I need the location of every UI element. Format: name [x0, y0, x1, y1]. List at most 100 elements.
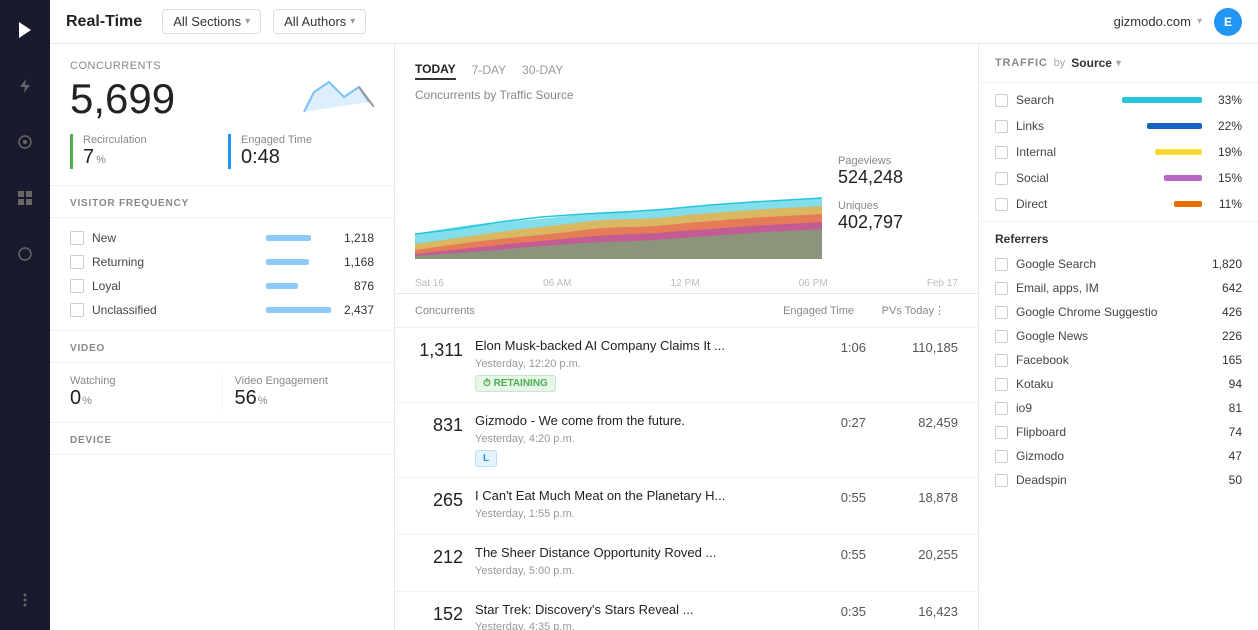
article-meta: Yesterday, 12:20 p.m.: [475, 358, 774, 370]
freq-count: 1,168: [334, 255, 374, 269]
freq-checkbox[interactable]: [70, 279, 84, 293]
article-meta: Yesterday, 5:00 p.m.: [475, 565, 774, 577]
domain-selector[interactable]: gizmodo.com ▾: [1114, 14, 1202, 29]
referrer-item: io9 81: [979, 396, 1258, 420]
referrer-item: Flipboard 74: [979, 420, 1258, 444]
all-authors-dropdown[interactable]: All Authors ▾: [273, 9, 366, 34]
badge-retaining: ⏱ RETAINING: [475, 375, 556, 392]
tab-today[interactable]: TODAY: [415, 60, 456, 80]
domain-caret-icon: ▾: [1197, 16, 1202, 27]
sidebar-icon-more[interactable]: [7, 582, 43, 618]
sidebar-icon-lightning[interactable]: [7, 68, 43, 104]
sidebar-icon-circle[interactable]: [7, 236, 43, 272]
freq-label: Unclassified: [92, 303, 258, 317]
traffic-checkbox[interactable]: [995, 120, 1008, 133]
referrer-item: Google Search 1,820: [979, 252, 1258, 276]
referrer-label: Gizmodo: [1016, 449, 1221, 463]
avatar[interactable]: E: [1214, 8, 1242, 36]
article-item[interactable]: 152 Star Trek: Discovery's Stars Reveal …: [395, 592, 978, 630]
referrer-label: Flipboard: [1016, 425, 1221, 439]
traffic-header: TRAFFIC by Source ▾: [979, 44, 1258, 83]
traffic-checkbox[interactable]: [995, 94, 1008, 107]
traffic-label: Internal: [1016, 145, 1147, 159]
freq-checkbox[interactable]: [70, 255, 84, 269]
traffic-checkbox[interactable]: [995, 198, 1008, 211]
badge-l: L: [475, 450, 497, 467]
referrers-header: Referrers: [979, 221, 1258, 252]
traffic-bar: [1155, 149, 1202, 155]
frequency-item: Unclassified 2,437: [70, 298, 374, 322]
axis-label: 06 AM: [543, 278, 571, 289]
traffic-item: Direct 11%: [979, 191, 1258, 217]
referrers-list: Google Search 1,820 Email, apps, IM 642 …: [979, 252, 1258, 492]
referrer-label: io9: [1016, 401, 1221, 415]
mini-sparkline: [294, 72, 374, 122]
topbar: Real-Time All Sections ▾ All Authors ▾ g…: [50, 0, 1258, 44]
frequency-item: New 1,218: [70, 226, 374, 250]
traffic-pct: 19%: [1210, 145, 1242, 159]
referrer-checkbox[interactable]: [995, 258, 1008, 271]
referrer-checkbox[interactable]: [995, 330, 1008, 343]
referrer-label: Facebook: [1016, 353, 1214, 367]
articles-list: 1,311 Elon Musk-backed AI Company Claims…: [395, 328, 978, 630]
article-title: I Can't Eat Much Meat on the Planetary H…: [475, 488, 774, 505]
chart-axis: Sat 1606 AM12 PM06 PMFeb 17: [415, 274, 958, 293]
referrer-count: 47: [1229, 449, 1242, 463]
middle-panel: TODAY 7-DAY 30-DAY Concurrents by Traffi…: [395, 44, 978, 630]
traffic-item: Search 33%: [979, 87, 1258, 113]
freq-checkbox[interactable]: [70, 303, 84, 317]
main-area: Real-Time All Sections ▾ All Authors ▾ g…: [50, 0, 1258, 630]
traffic-bar: [1147, 123, 1202, 129]
traffic-checkbox[interactable]: [995, 146, 1008, 159]
referrer-item: Google News 226: [979, 324, 1258, 348]
referrer-count: 426: [1222, 305, 1242, 319]
referrer-checkbox[interactable]: [995, 474, 1008, 487]
concurrents-value: 5,699: [70, 76, 175, 122]
article-item[interactable]: 1,311 Elon Musk-backed AI Company Claims…: [395, 328, 978, 403]
traffic-pct: 11%: [1210, 197, 1242, 211]
traffic-checkbox[interactable]: [995, 172, 1008, 185]
referrer-checkbox[interactable]: [995, 354, 1008, 367]
article-body: I Can't Eat Much Meat on the Planetary H…: [475, 488, 774, 524]
article-item[interactable]: 831 Gizmodo - We come from the future. Y…: [395, 403, 978, 478]
referrer-count: 74: [1229, 425, 1242, 439]
article-body: Gizmodo - We come from the future. Yeste…: [475, 413, 774, 467]
source-dropdown[interactable]: Source ▾: [1071, 56, 1121, 70]
sidebar-logo[interactable]: [7, 12, 43, 48]
freq-label: Returning: [92, 255, 258, 269]
freq-count: 1,218: [334, 231, 374, 245]
device-section: DEVICE: [50, 422, 394, 455]
all-sections-dropdown[interactable]: All Sections ▾: [162, 9, 261, 34]
referrer-checkbox[interactable]: [995, 426, 1008, 439]
uniques-stat: Uniques 402,797: [838, 200, 958, 233]
referrer-checkbox[interactable]: [995, 402, 1008, 415]
freq-checkbox[interactable]: [70, 231, 84, 245]
frequency-item: Returning 1,168: [70, 250, 374, 274]
referrer-checkbox[interactable]: [995, 450, 1008, 463]
traffic-bar: [1122, 97, 1202, 103]
article-item[interactable]: 212 The Sheer Distance Opportunity Roved…: [395, 535, 978, 592]
axis-label: 06 PM: [799, 278, 828, 289]
freq-bar: [266, 283, 298, 289]
referrer-count: 1,820: [1212, 257, 1242, 271]
referrer-checkbox[interactable]: [995, 282, 1008, 295]
referrer-count: 642: [1222, 281, 1242, 295]
articles-header: Concurrents Engaged Time PVs Today ⋮: [395, 294, 978, 328]
tab-30day[interactable]: 30-DAY: [522, 61, 563, 79]
sections-caret-icon: ▾: [245, 16, 250, 27]
article-engaged-time: 1:06: [786, 340, 866, 355]
referrer-item: Gizmodo 47: [979, 444, 1258, 468]
article-item[interactable]: 265 I Can't Eat Much Meat on the Planeta…: [395, 478, 978, 535]
sidebar-icon-target[interactable]: [7, 124, 43, 160]
referrer-label: Deadspin: [1016, 473, 1221, 487]
referrer-checkbox[interactable]: [995, 378, 1008, 391]
pageviews-stat: Pageviews 524,248: [838, 155, 958, 188]
axis-label: 12 PM: [671, 278, 700, 289]
sidebar-icon-grid[interactable]: [7, 180, 43, 216]
traffic-items: Search 33% Links 22% Internal 19% Social…: [979, 83, 1258, 221]
article-pvs: 18,878: [878, 490, 958, 505]
article-body: Star Trek: Discovery's Stars Reveal ... …: [475, 602, 774, 630]
referrer-label: Google News: [1016, 329, 1214, 343]
referrer-checkbox[interactable]: [995, 306, 1008, 319]
tab-7day[interactable]: 7-DAY: [472, 61, 506, 79]
